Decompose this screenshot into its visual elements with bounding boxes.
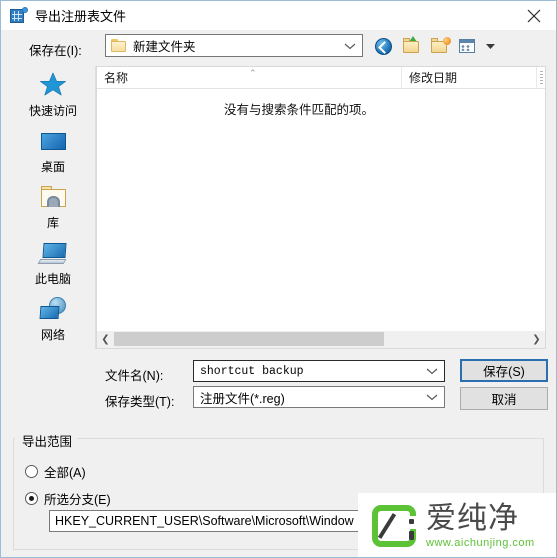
look-in-value: 新建文件夹 bbox=[133, 40, 196, 54]
horizontal-scrollbar[interactable]: ❮ ❯ bbox=[97, 331, 545, 348]
place-label: 桌面 bbox=[40, 160, 65, 174]
column-header-date-modified[interactable]: 修改日期 bbox=[402, 67, 537, 88]
back-button[interactable] bbox=[373, 35, 395, 57]
this-pc-icon bbox=[37, 237, 69, 269]
radio-label: 所选分支(E) bbox=[44, 493, 111, 507]
scroll-right-button[interactable]: ❯ bbox=[528, 331, 545, 348]
place-item-quick-access[interactable]: 快速访问 bbox=[11, 66, 95, 122]
column-header-name[interactable]: 名称 ⌃ bbox=[97, 67, 402, 88]
title-bar: 导出注册表文件 bbox=[1, 1, 556, 30]
views-button[interactable] bbox=[457, 35, 479, 57]
group-border-line bbox=[13, 438, 544, 439]
chevron-down-icon[interactable] bbox=[426, 367, 438, 375]
branch-path-value: HKEY_CURRENT_USER\Software\Microsoft\Win… bbox=[55, 514, 354, 528]
radio-indicator-selected bbox=[25, 492, 38, 505]
place-label: 库 bbox=[46, 216, 59, 230]
save-button[interactable]: 保存(S) bbox=[460, 359, 548, 382]
folder-icon bbox=[111, 39, 127, 52]
views-dropdown-button[interactable] bbox=[485, 35, 495, 57]
back-arrow-icon bbox=[375, 38, 392, 55]
radio-export-selected-branch[interactable]: 所选分支(E) bbox=[25, 489, 111, 508]
place-label: 快速访问 bbox=[28, 104, 77, 118]
save-as-type-label: 保存类型(T): bbox=[105, 395, 175, 409]
column-header-label: 修改日期 bbox=[409, 71, 458, 85]
column-header-label: 名称 bbox=[104, 71, 129, 85]
file-name-label: 文件名(N): bbox=[105, 369, 164, 383]
radio-label: 全部(A) bbox=[44, 466, 86, 480]
radio-indicator bbox=[25, 465, 38, 478]
cancel-button[interactable]: 取消 bbox=[460, 387, 548, 410]
save-as-type-combobox[interactable]: 注册文件(*.reg) bbox=[193, 386, 445, 408]
close-button[interactable] bbox=[511, 1, 556, 30]
radio-export-all[interactable]: 全部(A) bbox=[25, 462, 86, 481]
desktop-icon bbox=[37, 125, 69, 157]
close-icon bbox=[527, 9, 540, 22]
place-item-network[interactable]: 网络 bbox=[11, 290, 95, 346]
caret-down-icon bbox=[485, 44, 495, 49]
look-in-combobox[interactable]: 新建文件夹 bbox=[105, 34, 363, 57]
save-as-type-value: 注册文件(*.reg) bbox=[200, 391, 285, 406]
place-item-desktop[interactable]: 桌面 bbox=[11, 122, 95, 178]
navigation-toolbar bbox=[373, 35, 495, 57]
up-one-level-button[interactable] bbox=[401, 35, 423, 57]
places-bar: 快速访问 桌面 库 此电脑 网络 bbox=[11, 66, 96, 349]
file-list-header: 名称 ⌃ 修改日期 bbox=[97, 67, 545, 89]
registry-export-icon bbox=[10, 7, 28, 24]
file-name-value: shortcut backup bbox=[200, 364, 304, 378]
look-in-row: 保存在(I): 新建文件夹 bbox=[1, 30, 556, 66]
new-folder-button[interactable] bbox=[429, 35, 451, 57]
export-range-title: 导出范围 bbox=[18, 431, 77, 450]
library-icon bbox=[37, 181, 69, 213]
file-list[interactable]: 名称 ⌃ 修改日期 没有与搜索条件匹配的项。 ❮ ❯ bbox=[96, 66, 546, 349]
chevron-down-icon[interactable] bbox=[426, 393, 438, 401]
watermark-url: www.aichunjing.com bbox=[426, 536, 535, 549]
column-resize-grip[interactable] bbox=[540, 71, 543, 84]
place-item-libraries[interactable]: 库 bbox=[11, 178, 95, 234]
watermark-overlay: 爱纯净 www.aichunjing.com bbox=[358, 493, 556, 557]
place-label: 网络 bbox=[40, 328, 65, 342]
empty-list-message: 没有与搜索条件匹配的项。 bbox=[223, 103, 374, 117]
scrollbar-track[interactable] bbox=[114, 331, 528, 348]
watermark-brand: 爱纯净 bbox=[426, 501, 519, 535]
export-registry-dialog: 导出注册表文件 保存在(I): 新建文件夹 快速访问 桌面 库 此电脑 网络 名… bbox=[0, 0, 557, 558]
window-title: 导出注册表文件 bbox=[35, 9, 127, 24]
network-icon bbox=[37, 293, 69, 325]
scrollbar-thumb[interactable] bbox=[114, 332, 384, 346]
scroll-left-button[interactable]: ❮ bbox=[97, 331, 114, 348]
file-name-input[interactable]: shortcut backup bbox=[193, 360, 445, 382]
chevron-down-icon bbox=[344, 42, 356, 50]
place-item-this-pc[interactable]: 此电脑 bbox=[11, 234, 95, 290]
place-label: 此电脑 bbox=[34, 272, 71, 286]
aichunjing-logo-icon bbox=[372, 505, 418, 547]
sort-ascending-icon: ⌃ bbox=[249, 68, 257, 78]
look-in-label: 保存在(I): bbox=[29, 44, 82, 58]
star-icon bbox=[37, 69, 69, 101]
